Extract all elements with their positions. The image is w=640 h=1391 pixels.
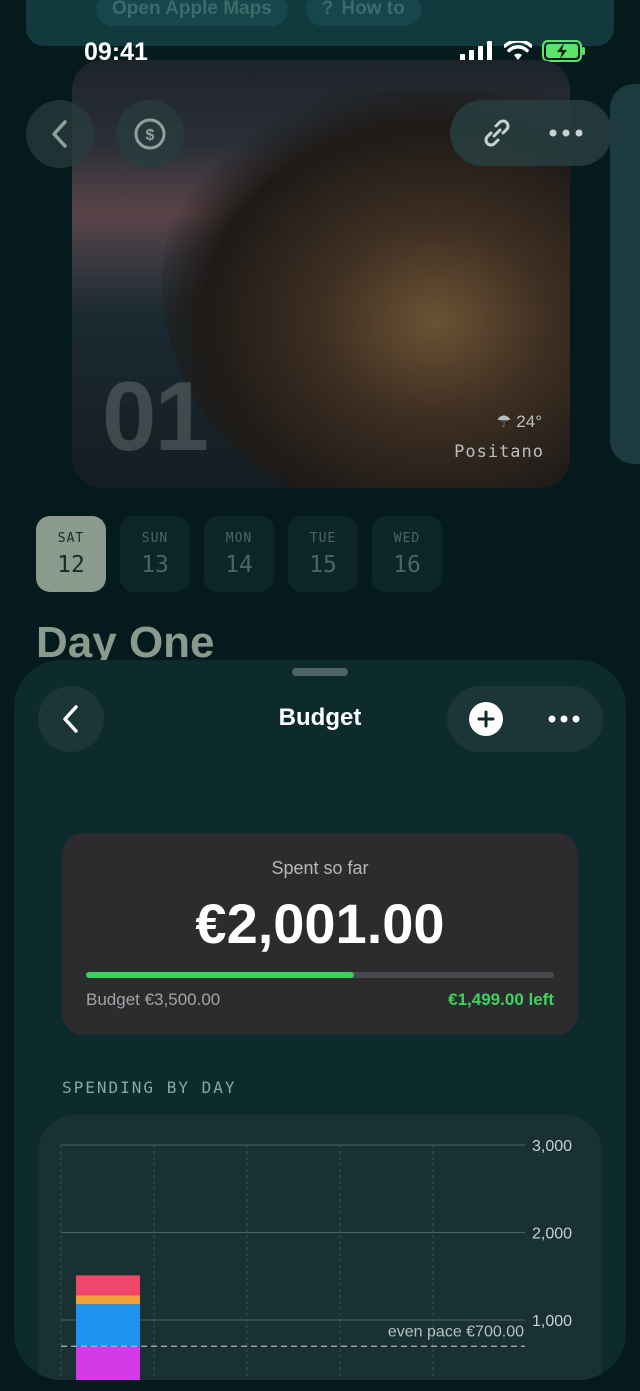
day-tab-sat[interactable]: SAT 12 [36, 516, 106, 592]
day-dow: TUE [309, 530, 337, 546]
day-dow: SAT [57, 530, 85, 546]
day-num: 16 [393, 551, 421, 578]
spent-label: Spent so far [271, 858, 369, 878]
more-icon[interactable] [548, 128, 584, 138]
back-button[interactable] [26, 100, 94, 168]
day-num: 15 [309, 551, 337, 578]
day-num: 12 [57, 551, 85, 578]
spent-amount: €2,001.00 [195, 892, 445, 955]
weather-readout: ☂ 24° [496, 412, 542, 432]
budget-sheet: Budget Spent so far €2,001.00 Budget €3,… [14, 660, 626, 1380]
chart-bar-segment [76, 1346, 140, 1380]
day-dow: SUN [141, 530, 169, 546]
chart-y-tick-label: 2,000 [532, 1226, 572, 1243]
plus-icon [477, 710, 495, 728]
spent-summary-card: Spent so far €2,001.00 Budget €3,500.00 … [62, 833, 578, 1035]
day-selector: SAT 12 SUN 13 MON 14 TUE 15 WED 16 [36, 516, 442, 592]
day-tab-sun[interactable]: SUN 13 [120, 516, 190, 592]
chart-reference-label: even pace €700.00 [388, 1323, 524, 1340]
day-dow: WED [393, 530, 421, 546]
sheet-actions [447, 686, 603, 752]
budget-progress-bar [86, 972, 554, 978]
temperature: 24° [516, 412, 542, 431]
day-number: 01 [102, 361, 209, 471]
budget-remaining: €1,499.00 left [448, 990, 554, 1009]
day-tab-tue[interactable]: TUE 15 [288, 516, 358, 592]
chevron-left-icon [52, 120, 67, 148]
more-icon[interactable] [547, 714, 581, 724]
top-actions [450, 100, 612, 166]
wifi-icon [504, 41, 532, 60]
chart-bar-segment [76, 1275, 140, 1296]
day-tab-wed[interactable]: WED 16 [372, 516, 442, 592]
rain-cloud-icon: ☂ [496, 412, 512, 431]
budget-progress-fill [86, 972, 354, 978]
next-photo-card[interactable] [610, 84, 640, 464]
chart-y-tick-label: 1,000 [532, 1313, 572, 1330]
spending-chart: 1,000 2,000 3,000 even pace €700.00 [38, 1115, 602, 1380]
spending-chart-svg: 1,000 2,000 3,000 even pace €700.00 [60, 1138, 572, 1380]
currency-button[interactable]: $ [116, 100, 184, 168]
chart-y-tick-label: 3,000 [532, 1138, 572, 1155]
day-num: 13 [141, 551, 169, 578]
battery-icon [542, 40, 585, 62]
add-expense-button[interactable] [469, 702, 503, 736]
budget-total: Budget €3,500.00 [86, 990, 221, 1009]
day-dow: MON [225, 530, 253, 546]
link-icon[interactable] [479, 115, 515, 151]
day-num: 14 [225, 551, 253, 578]
chart-bar-segment [76, 1295, 140, 1305]
section-label: SPENDING BY DAY [62, 1078, 237, 1097]
sheet-grabber[interactable] [292, 668, 348, 676]
currency-history-icon: $ [134, 118, 166, 150]
chart-bar-segment [76, 1304, 140, 1347]
day-tab-mon[interactable]: MON 14 [204, 516, 274, 592]
status-icons [460, 40, 586, 62]
signal-icon [460, 41, 492, 61]
place-name: Positano [454, 442, 544, 462]
svg-text:$: $ [146, 127, 155, 144]
